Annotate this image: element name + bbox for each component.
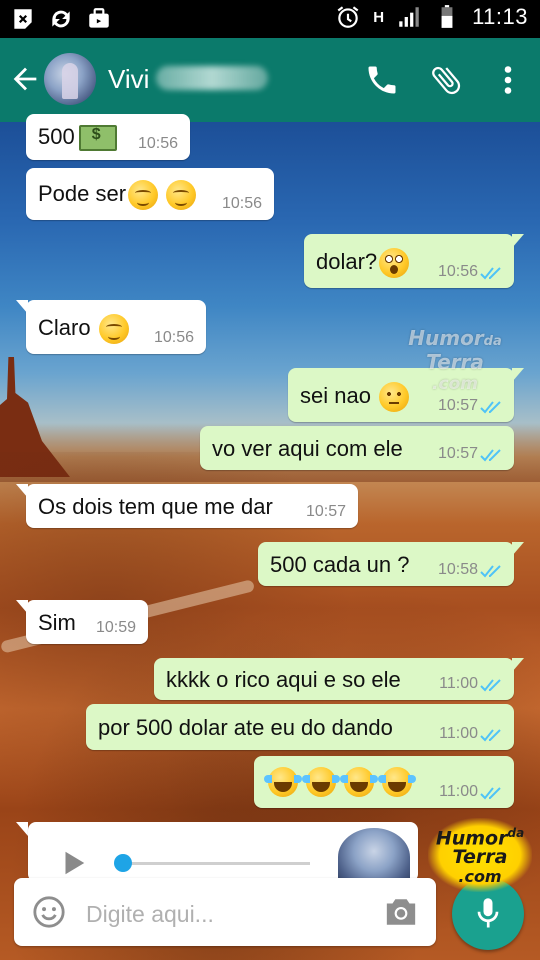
double-check-icon [480,565,501,578]
message-emoji-row [264,767,417,797]
message-time: 10:57 [305,503,346,520]
message-text: por 500 dolar ate eu do dando [98,715,393,740]
double-check-icon [480,729,501,742]
message-time: 10:57 [437,397,478,414]
joy-emoji [302,767,341,797]
more-vert-icon[interactable] [490,62,526,98]
joy-emoji [340,767,379,797]
message-text: 500 [38,124,75,149]
joy-emoji [264,767,302,797]
message-time: 10:58 [437,561,478,578]
message-text: 500 cada un ? [270,552,410,577]
relieved-emoji [98,314,129,344]
money-emoji [78,125,117,152]
message-incoming[interactable]: Pode ser 10:56 [26,168,274,220]
double-check-icon [480,401,501,414]
message-time: 10:56 [153,329,194,346]
watermark-logo: Humorda Terra .com [408,326,502,394]
message-text: vo ver aqui com ele [212,436,403,461]
camera-icon[interactable] [384,896,418,928]
double-check-icon [480,449,501,462]
message-time: 11:00 [439,783,478,800]
paperclip-icon[interactable] [428,62,464,98]
message-text: sei nao [300,382,371,408]
message-text: Sim [38,610,76,635]
audio-bubble-tail [16,822,28,836]
message-text: kkkk o rico aqui e so ele [166,667,401,692]
contact-name[interactable]: Vivi [108,64,149,95]
message-outgoing[interactable]: dolar? 10:56 [304,234,524,288]
briefcase-icon [89,8,109,28]
message-outgoing[interactable]: 11:00 [254,756,514,808]
status-bar: H 11:13 [0,0,540,38]
play-icon[interactable] [58,848,88,878]
message-time: 11:00 [439,725,478,742]
battery-icon [441,5,453,28]
emoji-icon[interactable] [32,895,66,929]
back-arrow-icon[interactable] [8,62,42,96]
message-time: 10:56 [137,135,178,152]
watermark-badge: Humorda Terra .com [428,818,532,893]
chat-header: Vivi [0,38,540,122]
message-time: 10:59 [95,619,136,636]
double-check-icon [480,679,501,692]
double-check-icon [480,267,501,280]
message-incoming[interactable]: Os dois tem que me dar 10:57 [16,484,358,528]
smirk-emoji [128,180,159,210]
relieved-emoji [166,180,197,210]
message-outgoing[interactable]: por 500 dolar ate eu do dando 11:00 [86,704,514,750]
message-outgoing[interactable]: 500 cada un ? 10:58 [258,542,524,586]
phone-icon[interactable] [364,62,400,98]
message-time: 11:00 [439,675,478,692]
flushed-emoji [379,248,410,278]
message-text: Os dois tem que me dar [38,494,273,519]
blurred-surname [156,66,268,90]
audio-progress-knob[interactable] [114,854,132,872]
message-time: 10:57 [437,445,478,462]
message-outgoing[interactable]: vo ver aqui com ele 10:57 [200,426,514,470]
message-incoming[interactable]: Sim 10:59 [16,600,148,644]
message-text: dolar? [316,248,378,274]
double-check-icon [480,787,501,800]
message-incoming[interactable]: Claro 10:56 [16,300,206,354]
message-input[interactable] [84,896,368,932]
sync-icon [52,10,70,28]
network-type: H [373,8,385,26]
message-outgoing[interactable]: kkkk o rico aqui e so ele 11:00 [154,658,524,700]
message-time: 10:56 [437,263,478,280]
signal-icon [399,7,419,27]
message-time: 10:56 [221,195,262,212]
audio-progress-track[interactable] [124,862,310,865]
app-notification-icon [14,9,32,29]
clock: 11:13 [472,4,528,29]
message-text: Pode ser [38,180,127,206]
contact-avatar[interactable] [44,53,96,105]
mic-icon [477,898,499,928]
joy-emoji [378,767,417,797]
message-incoming[interactable]: 500 10:56 [26,114,190,160]
message-text: Claro [38,314,91,340]
alarm-icon [337,6,359,28]
